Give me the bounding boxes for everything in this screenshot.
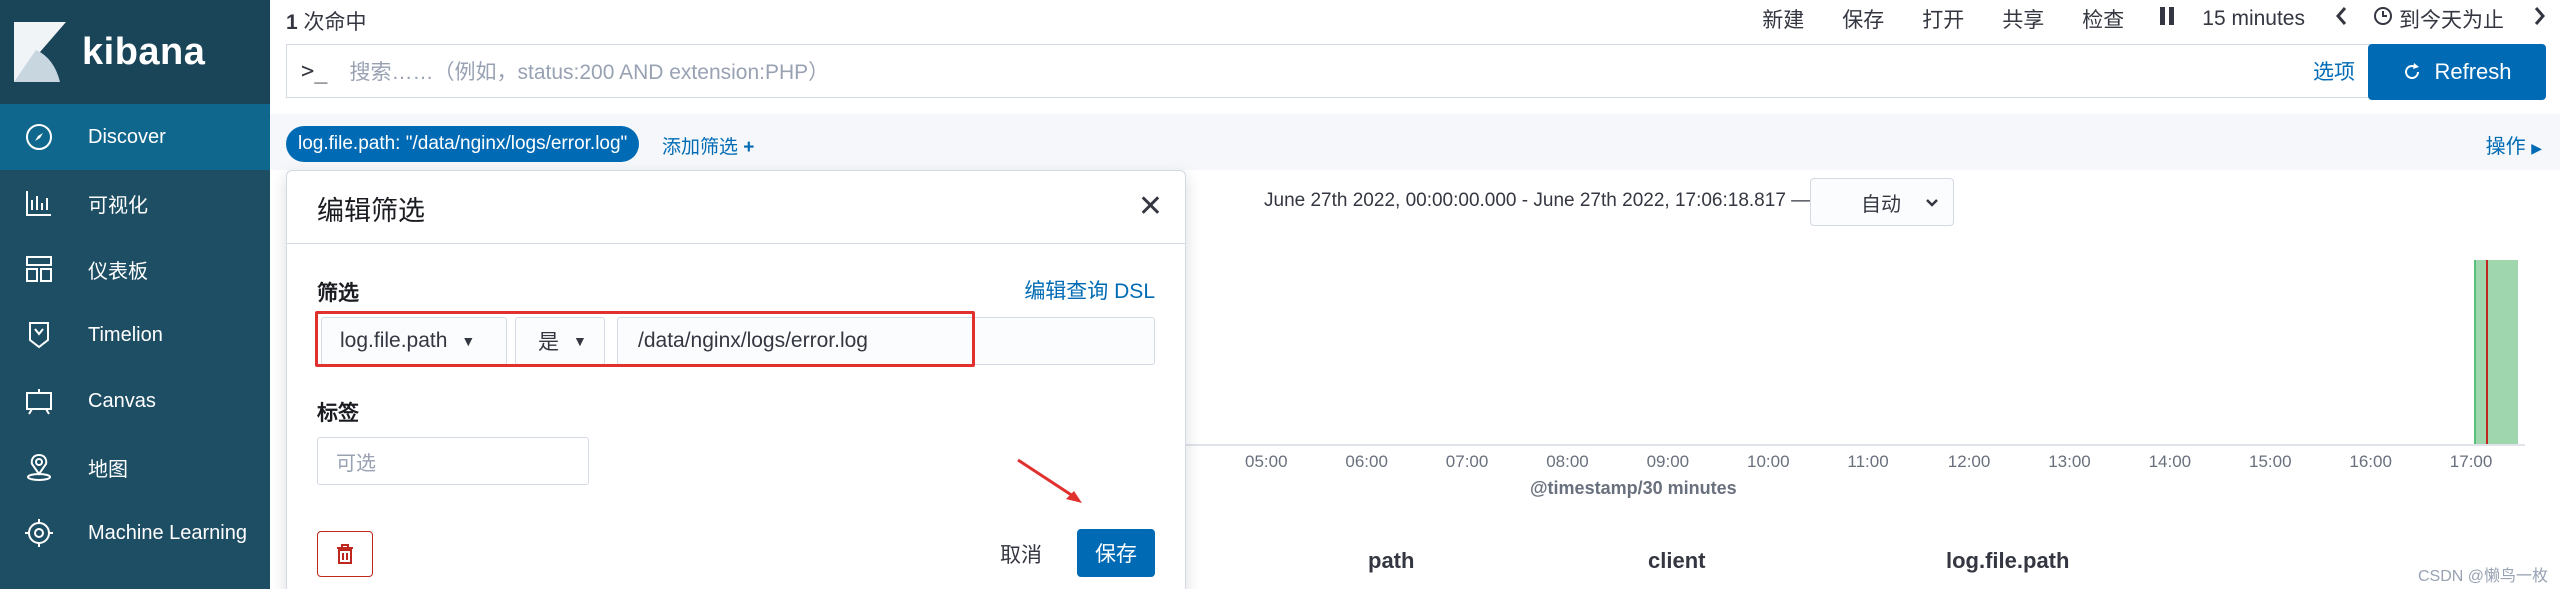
sidebar-item-label: 可视化	[88, 194, 148, 217]
save-button[interactable]: 保存	[1077, 529, 1155, 577]
top-menu: 新建 保存 打开 共享 检查 15 minutes 到今天为止	[1724, 4, 2546, 34]
chevron-left-icon[interactable]	[2335, 6, 2347, 32]
canvas-icon	[22, 384, 56, 418]
clock-icon	[2373, 6, 2393, 32]
filter-pill[interactable]: log.file.path: "/data/nginx/logs/error.l…	[286, 126, 640, 162]
chart-tick-label: 12:00	[1947, 452, 1991, 471]
hits-label: 次命中	[303, 11, 367, 34]
trash-icon	[337, 544, 353, 564]
edit-dsl-link[interactable]: 编辑查询 DSL	[1024, 275, 1155, 305]
save-menu-button[interactable]: 保存	[1842, 4, 1884, 34]
chart-tick-label: 17:00	[2449, 452, 2493, 471]
close-icon[interactable]: ✕	[1138, 189, 1163, 224]
chart-tick-label: 10:00	[1747, 452, 1790, 471]
edit-filter-popover: 编辑筛选 ✕ 筛选 编辑查询 DSL log.file.path ▼ 是 ▼ /…	[286, 170, 1186, 589]
new-button[interactable]: 新建	[1762, 4, 1804, 34]
current-time-marker	[2486, 260, 2488, 444]
chart-tick-label: 07:00	[1445, 452, 1489, 471]
chart-tick-label: 13:00	[2048, 452, 2091, 471]
refresh-label: Refresh	[2434, 59, 2512, 84]
timelion-icon	[22, 318, 56, 352]
filter-bar: log.file.path: "/data/nginx/logs/error.l…	[270, 114, 2560, 170]
time-range-text: June 27th 2022, 00:00:00.000 - June 27th…	[1264, 190, 1811, 211]
query-language-toggle[interactable]: >_	[301, 59, 328, 84]
map-icon	[22, 450, 56, 484]
sidebar-item-timelion[interactable]: Timelion	[0, 302, 270, 368]
column-header-path[interactable]: path	[1368, 548, 1414, 574]
sidebar-item-discover[interactable]: Discover	[0, 104, 270, 170]
chart-tick-label: 06:00	[1345, 452, 1388, 471]
watermark: CSDN @懒鸟一枚	[2417, 568, 2548, 585]
column-header-log-file-path[interactable]: log.file.path	[1946, 548, 2069, 574]
sidebar-item-canvas[interactable]: Canvas	[0, 368, 270, 434]
chart-tick-label: 09:00	[1646, 452, 1690, 471]
ml-icon	[22, 516, 56, 550]
pause-icon[interactable]	[2158, 6, 2176, 32]
sidebar-item-label: Discover	[88, 125, 166, 148]
chart-tick-label: 08:00	[1546, 452, 1589, 471]
sidebar: kibana Discover 可视化 仪表板 Timelion Canvas	[0, 0, 270, 589]
chart-tick-label: 05:00	[1245, 452, 1288, 471]
kibana-logo[interactable]: kibana	[0, 0, 270, 104]
dashboard-icon	[22, 252, 56, 286]
sidebar-item-visualize[interactable]: 可视化	[0, 170, 270, 236]
chart-tick-label: 11:00	[1847, 452, 1889, 471]
histogram-bar[interactable]	[2474, 260, 2518, 444]
search-input[interactable]: 搜索……（例如，status:200 AND extension:PHP）	[350, 56, 830, 86]
plus-icon: +	[743, 137, 755, 158]
annotation-arrow	[1017, 458, 1082, 503]
sidebar-item-maps[interactable]: 地图	[0, 434, 270, 500]
sidebar-item-dashboard[interactable]: 仪表板	[0, 236, 270, 302]
time-range-label[interactable]: 到今天为止	[2399, 4, 2504, 34]
highlight-annotation	[315, 311, 975, 367]
refresh-icon	[2405, 63, 2420, 79]
add-filter-button[interactable]: 添加筛选 +	[662, 132, 754, 159]
sidebar-item-label: Timelion	[88, 323, 163, 346]
kibana-logo-icon	[14, 22, 66, 82]
refresh-interval[interactable]: 15 minutes	[2202, 7, 2305, 31]
sidebar-item-label: 仪表板	[88, 260, 148, 283]
visualize-icon	[22, 186, 56, 220]
top-nav: 1 次命中 新建 保存 打开 共享 检查 15 minutes 到今天为止	[270, 0, 2560, 40]
actions-menu[interactable]: 操作 ▶	[2486, 130, 2542, 159]
caret-right-icon: ▶	[2531, 140, 2542, 156]
interval-value: 自动	[1861, 193, 1901, 216]
hits-counter: 1 次命中	[286, 6, 367, 36]
chart-tick-label: 16:00	[2349, 452, 2392, 471]
inspect-button[interactable]: 检查	[2082, 4, 2124, 34]
refresh-button[interactable]: Refresh	[2368, 44, 2546, 100]
chart-tick-label: 14:00	[2148, 452, 2192, 471]
delete-filter-button[interactable]	[317, 531, 373, 577]
cancel-button[interactable]: 取消	[983, 531, 1059, 577]
tag-label: 标签	[317, 402, 359, 425]
add-filter-label: 添加筛选	[662, 137, 739, 158]
interval-select[interactable]: 自动	[1810, 178, 1954, 226]
chevron-down-icon	[1925, 191, 1939, 214]
modal-title: 编辑筛选	[317, 196, 425, 226]
column-header-client[interactable]: client	[1648, 548, 1705, 574]
sidebar-item-label: Machine Learning	[88, 521, 247, 544]
chart-x-axis	[1185, 444, 2525, 446]
sidebar-item-label: Canvas	[88, 389, 156, 412]
share-button[interactable]: 共享	[2002, 4, 2044, 34]
chart-axis-title: @timestamp/30 minutes	[1530, 478, 1737, 498]
filter-label: 筛选	[317, 282, 359, 305]
custom-label-input[interactable]: 可选	[317, 437, 589, 485]
open-button[interactable]: 打开	[1922, 4, 1964, 34]
actions-label: 操作	[2485, 136, 2526, 158]
chevron-right-icon[interactable]	[2534, 6, 2546, 32]
sidebar-item-label: 地图	[88, 458, 128, 481]
options-link[interactable]: 选项	[2313, 56, 2355, 86]
app-name: kibana	[82, 30, 206, 73]
hits-count: 1	[286, 11, 298, 34]
modal-divider	[287, 243, 1185, 244]
compass-icon	[22, 120, 56, 154]
sidebar-item-ml[interactable]: Machine Learning	[0, 500, 270, 566]
chart-tick-label: 15:00	[2249, 452, 2292, 471]
search-bar[interactable]: >_ 搜索……（例如，status:200 AND extension:PHP）…	[286, 44, 2376, 98]
